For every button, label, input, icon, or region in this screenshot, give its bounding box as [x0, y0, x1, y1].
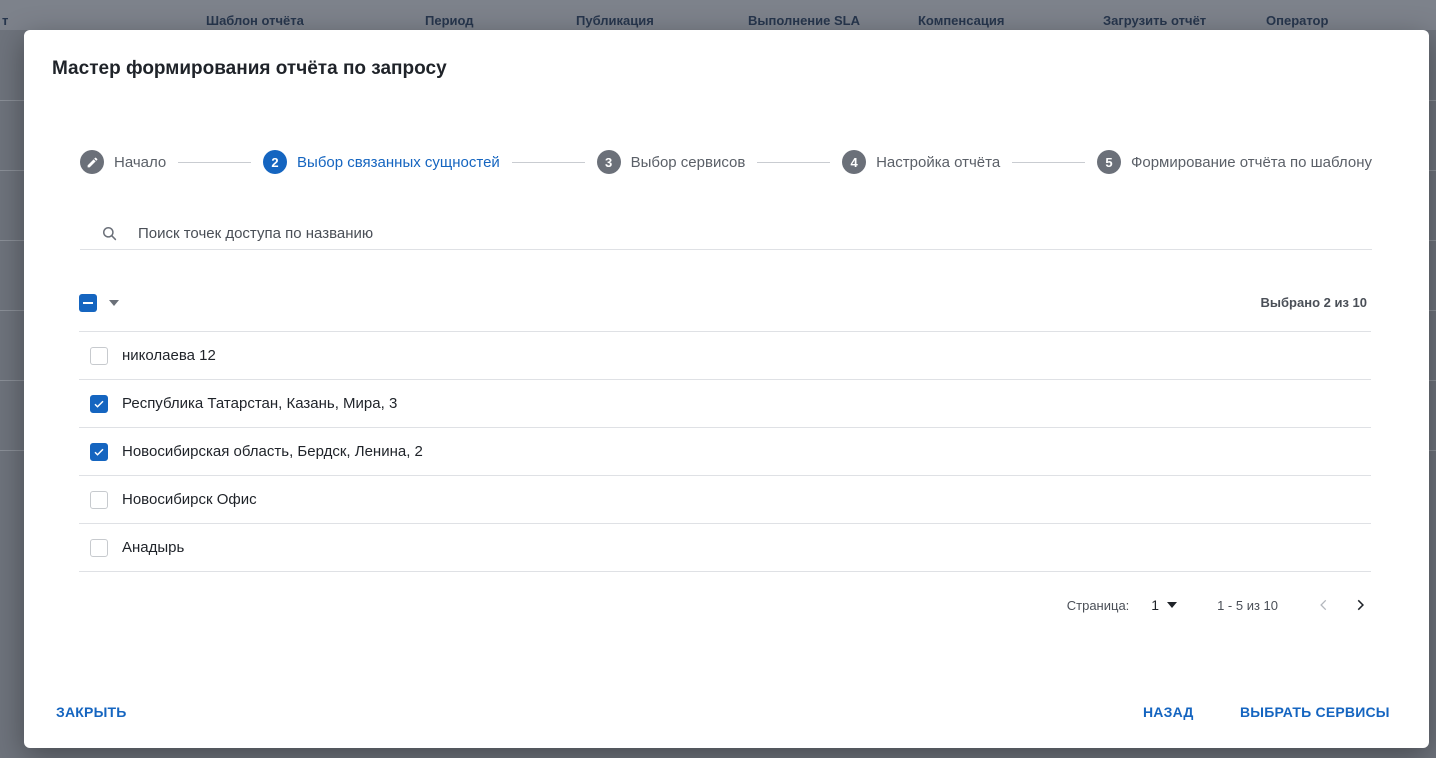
chevron-down-icon [1167, 602, 1178, 608]
dialog-title: Мастер формирования отчёта по запросу [52, 58, 447, 79]
list-header: Выбрано 2 из 10 [79, 286, 1371, 332]
bg-col-partial: т [2, 13, 9, 28]
item-label: Республика Татарстан, Казань, Мира, 3 [122, 395, 398, 412]
step-connector [757, 161, 831, 163]
check-icon [94, 448, 104, 456]
bg-row-divider [0, 170, 24, 171]
bg-col-period: Период [425, 13, 474, 28]
item-label: николаева 12 [122, 347, 216, 364]
page-value: 1 [1151, 597, 1160, 613]
bg-col-upload: Загрузить отчёт [1103, 13, 1207, 28]
bg-col-sla: Выполнение SLA [748, 13, 860, 28]
chevron-right-icon [1357, 599, 1364, 611]
row-checkbox[interactable] [90, 442, 108, 461]
row-checkbox[interactable] [90, 490, 108, 509]
access-points-list: николаева 12 Республика Татарстан, Казан… [79, 332, 1371, 572]
step-label: Выбор сервисов [630, 153, 746, 171]
report-wizard-dialog: Мастер формирования отчёта по запросу На… [24, 30, 1429, 748]
list-item[interactable]: Новосибирск Офис [79, 476, 1371, 524]
bg-col-compensation: Компенсация [918, 13, 1005, 28]
list-item[interactable]: Республика Татарстан, Казань, Мира, 3 [79, 380, 1371, 428]
bg-row-divider [0, 450, 24, 451]
search-bar [80, 218, 1372, 250]
step-services[interactable]: 3 Выбор сервисов [596, 150, 746, 174]
page-select[interactable]: 1 [1151, 597, 1178, 613]
page-label: Страница: [1066, 597, 1130, 613]
step-label: Начало [114, 153, 167, 171]
pagination: Страница: 1 1 - 5 из 10 [1067, 593, 1372, 617]
back-button[interactable]: НАЗАД [1143, 704, 1194, 720]
item-label: Новосибирск Офис [122, 491, 257, 508]
row-checkbox[interactable] [90, 394, 108, 413]
chevron-left-icon [1320, 599, 1327, 611]
bg-row-divider [0, 380, 24, 381]
step-start[interactable]: Начало [80, 150, 166, 174]
step-label: Выбор связанных сущностей [297, 153, 500, 171]
bg-row-divider [0, 100, 24, 101]
list-item[interactable]: Анадырь [79, 524, 1371, 572]
step-number: 2 [263, 150, 288, 174]
bg-col-template: Шаблон отчёта [206, 13, 304, 28]
select-services-button[interactable]: ВЫБРАТЬ СЕРВИСЫ [1240, 704, 1390, 720]
list-item[interactable]: Новосибирская область, Бердск, Ленина, 2 [79, 428, 1371, 476]
search-input[interactable] [138, 225, 738, 242]
page-range: 1 - 5 из 10 [1217, 597, 1278, 613]
row-checkbox[interactable] [90, 346, 108, 365]
search-icon [103, 226, 117, 240]
close-button[interactable]: ЗАКРЫТЬ [56, 704, 126, 720]
bg-col-publication: Публикация [576, 13, 654, 28]
step-number: 4 [842, 150, 867, 174]
check-icon [94, 400, 104, 408]
selected-count: Выбрано 2 из 10 [1260, 295, 1367, 310]
step-template-generation[interactable]: 5 Формирование отчёта по шаблону [1096, 150, 1372, 174]
list-item[interactable]: николаева 12 [79, 332, 1371, 380]
item-label: Новосибирская область, Бердск, Ленина, 2 [122, 443, 423, 460]
step-label: Настройка отчёта [876, 153, 1001, 171]
pencil-icon [87, 157, 97, 167]
step-number: 3 [596, 150, 621, 174]
step-related-entities[interactable]: 2 Выбор связанных сущностей [263, 150, 500, 174]
step-number: 5 [1096, 150, 1121, 174]
row-checkbox[interactable] [90, 538, 108, 557]
bg-col-operator: Оператор [1266, 13, 1329, 28]
step-connector [1012, 161, 1085, 163]
chevron-down-icon[interactable] [109, 300, 119, 306]
prev-page-button[interactable] [1312, 593, 1336, 617]
wizard-stepper: Начало 2 Выбор связанных сущностей 3 Выб… [80, 148, 1372, 176]
bg-row-divider [0, 310, 24, 311]
select-all-checkbox[interactable] [79, 294, 97, 312]
step-label: Формирование отчёта по шаблону [1130, 153, 1372, 171]
step-done-indicator [80, 150, 104, 174]
bg-row-divider [0, 240, 24, 241]
step-connector [178, 161, 252, 163]
item-label: Анадырь [122, 539, 185, 556]
step-connector [511, 161, 585, 163]
step-report-settings[interactable]: 4 Настройка отчёта [842, 150, 1000, 174]
next-page-button[interactable] [1348, 593, 1372, 617]
background-table-header: т Шаблон отчёта Период Публикация Выполн… [0, 0, 1436, 30]
